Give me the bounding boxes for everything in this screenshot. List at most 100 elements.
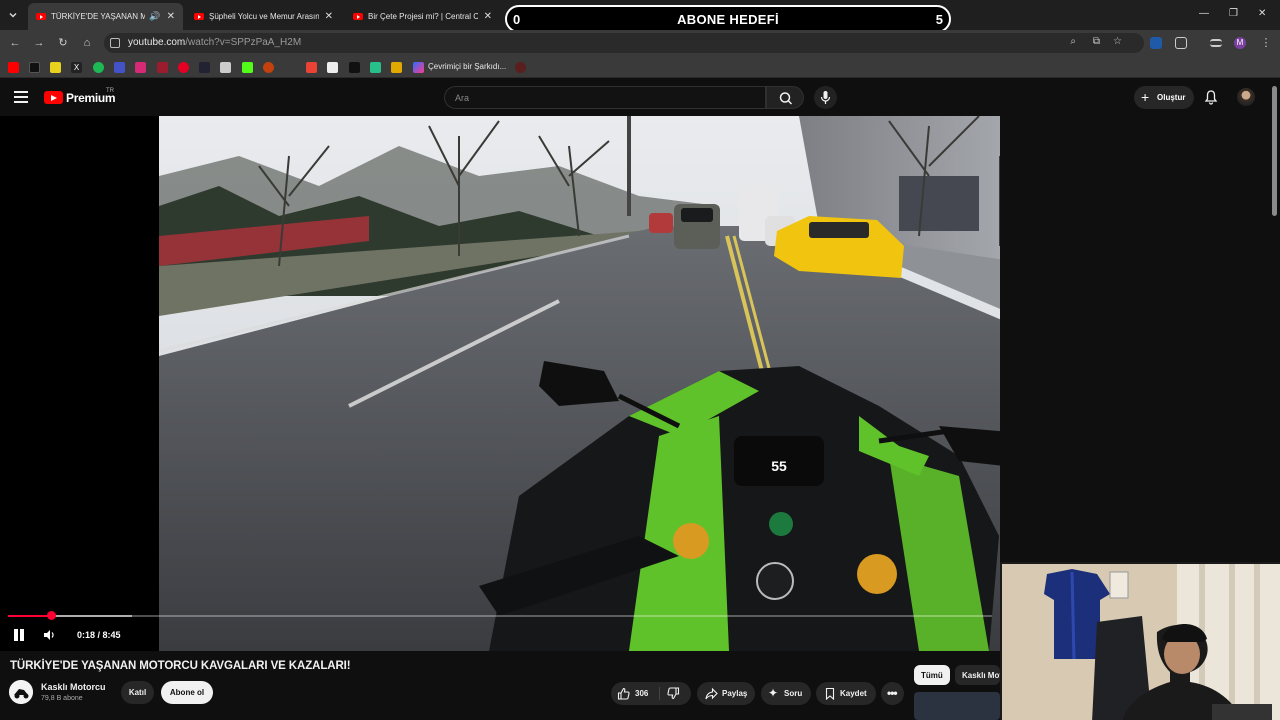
- youtube-favicon-icon: [194, 13, 204, 20]
- create-button[interactable]: + Oluştur: [1134, 86, 1194, 109]
- bookmark-icon[interactable]: [220, 62, 231, 73]
- minimize-window-icon[interactable]: —: [1199, 8, 1209, 19]
- time-display: 0:18 / 8:45: [77, 630, 121, 640]
- bookmark-tiktok-icon[interactable]: [29, 62, 40, 73]
- youtube-logo-icon[interactable]: [44, 91, 63, 104]
- forward-icon[interactable]: →: [32, 36, 46, 50]
- video-player[interactable]: 55 0:18 / 8:45: [0, 116, 1000, 651]
- webcam-scene: [1002, 564, 1280, 720]
- address-bar[interactable]: youtube.com/watch?v=SPPzPaA_H2M ⌕ ⧉ ☆: [104, 33, 1144, 53]
- bookmark-spotify-icon[interactable]: [93, 62, 104, 73]
- subscribe-button[interactable]: Abone ol: [161, 681, 213, 704]
- more-actions-button[interactable]: •••: [881, 682, 904, 705]
- bookmark-icon[interactable]: [263, 62, 274, 73]
- like-count[interactable]: 306: [635, 689, 648, 698]
- ask-button[interactable]: ✦ Soru: [761, 682, 811, 705]
- video-scene: 55: [159, 116, 1000, 651]
- tab-search-icon[interactable]: [4, 6, 22, 24]
- page-scrollbar[interactable]: [1272, 86, 1277, 216]
- zoom-icon[interactable]: ⌕: [1070, 36, 1076, 47]
- speed-readout: 55: [771, 458, 787, 474]
- browser-tab[interactable]: Şüpheli Yolcu ve Memur Arasında ✕: [186, 3, 341, 30]
- video-frame: 55: [159, 116, 1000, 651]
- microphone-icon: [820, 91, 831, 104]
- close-tab-icon[interactable]: ✕: [325, 11, 333, 22]
- chip-all[interactable]: Tümü: [914, 665, 950, 685]
- join-button[interactable]: Katıl: [121, 681, 154, 704]
- profile-avatar[interactable]: M: [1234, 37, 1246, 49]
- bookmark-youtube-icon[interactable]: [8, 62, 19, 73]
- close-window-icon[interactable]: ✕: [1258, 8, 1266, 19]
- cast-icon[interactable]: ⧉: [1093, 36, 1100, 47]
- bookmark-icon[interactable]: [349, 62, 360, 73]
- search-input[interactable]: Ara: [444, 86, 766, 109]
- bookmark-pinterest-icon[interactable]: [178, 62, 189, 73]
- bookmark-icon[interactable]: [114, 62, 125, 73]
- restore-window-icon[interactable]: ❐: [1229, 8, 1238, 19]
- bookmark-icon[interactable]: [327, 62, 338, 73]
- video-title: TÜRKİYE'DE YAŞANAN MOTORCU KAVGALARI VE …: [10, 660, 351, 672]
- youtube-header: Premium TR Ara + Oluştur: [0, 80, 1280, 116]
- close-tab-icon[interactable]: ✕: [484, 11, 492, 22]
- progress-track[interactable]: [8, 615, 992, 617]
- bookmark-x-icon[interactable]: X: [71, 62, 82, 73]
- url-text: youtube.com/watch?v=SPPzPaA_H2M: [128, 37, 302, 48]
- menu-icon[interactable]: [14, 91, 28, 103]
- related-column: [1111, 116, 1280, 562]
- media-control-icon[interactable]: [1210, 39, 1222, 47]
- back-icon[interactable]: ←: [8, 36, 22, 50]
- streamer-webcam: [1000, 562, 1280, 720]
- region-code: TR: [106, 88, 114, 94]
- more-icon: •••: [887, 686, 898, 700]
- bookmark-label[interactable]: Çevrimiçi bir Şarkıdı...: [428, 62, 506, 71]
- bookmark-instagram-icon[interactable]: [135, 62, 146, 73]
- related-video-thumbnail[interactable]: [914, 692, 1000, 720]
- goal-target: 5: [935, 12, 943, 27]
- like-dislike-group: 306: [611, 682, 691, 705]
- subscriber-goal-overlay: 0 ABONE HEDEFİ 5: [505, 5, 951, 33]
- home-icon[interactable]: ⌂: [80, 36, 94, 50]
- browser-menu-icon[interactable]: ⋮: [1259, 36, 1273, 50]
- save-label: Kaydet: [840, 689, 867, 698]
- bookmark-icon[interactable]: [413, 62, 424, 73]
- search-button[interactable]: [766, 86, 804, 109]
- audio-playing-icon[interactable]: 🔊: [149, 11, 160, 22]
- chip-channel[interactable]: Kasklı Mot: [955, 665, 1000, 685]
- extensions-puzzle-icon[interactable]: [1175, 37, 1187, 49]
- reload-icon[interactable]: ↻: [56, 36, 70, 50]
- bookmark-icon[interactable]: [157, 62, 168, 73]
- bookmark-icon[interactable]: [199, 62, 210, 73]
- create-label: Oluştur: [1157, 93, 1186, 102]
- bookmark-kick-icon[interactable]: [242, 62, 253, 73]
- tab-title: Şüpheli Yolcu ve Memur Arasında: [209, 12, 319, 21]
- goal-title: ABONE HEDEFİ: [677, 12, 779, 27]
- sparkle-icon: ✦: [768, 686, 779, 700]
- share-icon: [705, 687, 718, 702]
- voice-search-button[interactable]: [814, 86, 837, 109]
- bookmark-gmail-icon[interactable]: [306, 62, 317, 73]
- dislike-icon[interactable]: [667, 687, 680, 702]
- bookmark-s-icon[interactable]: [50, 62, 61, 73]
- tab-title: TÜRKİYE'DE YAŞANAN MOTORCU KAVGALARI: [51, 12, 146, 21]
- channel-avatar[interactable]: [9, 680, 33, 704]
- progress-scrubber[interactable]: [47, 611, 56, 620]
- save-button[interactable]: Kaydet: [816, 682, 876, 705]
- bookmark-star-icon[interactable]: ☆: [1113, 36, 1122, 47]
- like-icon[interactable]: [617, 687, 630, 702]
- search-placeholder: Ara: [455, 93, 470, 103]
- browser-tab[interactable]: Bir Çete Projesi mi? | Central Cee ✕: [345, 3, 500, 30]
- site-info-icon[interactable]: [110, 38, 120, 48]
- notifications-bell-icon[interactable]: [1203, 89, 1219, 105]
- bookmark-icon[interactable]: [391, 62, 402, 73]
- bookmark-icon[interactable]: [515, 62, 526, 73]
- search-icon: [779, 92, 793, 105]
- extension-icon[interactable]: [1150, 37, 1162, 49]
- browser-tab-active[interactable]: TÜRKİYE'DE YAŞANAN MOTORCU KAVGALARI 🔊 ✕: [28, 3, 183, 30]
- channel-name[interactable]: Kasklı Motorcu: [41, 682, 106, 692]
- bookmark-icon[interactable]: [370, 62, 381, 73]
- account-avatar[interactable]: [1237, 88, 1255, 106]
- volume-icon[interactable]: [42, 628, 56, 642]
- pause-button[interactable]: [13, 629, 25, 641]
- share-button[interactable]: Paylaş: [697, 682, 755, 705]
- close-tab-icon[interactable]: ✕: [167, 11, 175, 22]
